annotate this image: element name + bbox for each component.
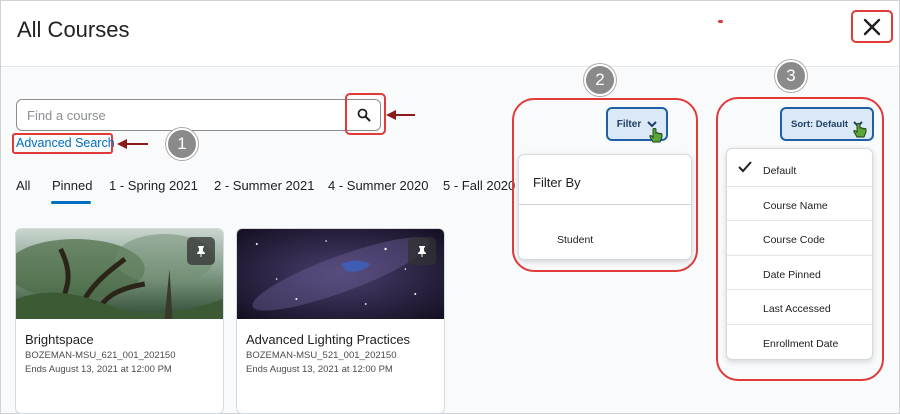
pointer-arrow-advanced (126, 143, 148, 145)
course-card[interactable]: Brightspace BOZEMAN-MSU_621_001_202150 E… (15, 228, 224, 414)
tab-summer-2020[interactable]: 4 - Summer 2020 (328, 178, 428, 193)
sort-option-course-name[interactable]: Course Name (727, 186, 872, 220)
hand-cursor-icon (853, 123, 867, 138)
search-input[interactable] (17, 100, 337, 130)
sort-option-label: Course Code (763, 234, 825, 246)
course-title: Brightspace (25, 332, 94, 347)
course-end-date: Ends August 13, 2021 at 12:00 PM (246, 364, 393, 375)
search-field[interactable] (16, 99, 381, 131)
course-code: BOZEMAN-MSU_521_001_202150 (246, 350, 397, 361)
sort-option-date-pinned[interactable]: Date Pinned (727, 255, 872, 289)
course-end-date: Ends August 13, 2021 at 12:00 PM (25, 364, 172, 375)
tab-all[interactable]: All (16, 178, 30, 193)
sort-option-last-accessed[interactable]: Last Accessed (727, 289, 872, 323)
close-icon (863, 18, 881, 35)
dialog-header: All Courses (1, 1, 899, 67)
pointer-arrowhead-search (386, 110, 396, 120)
filter-menu: Filter By Student (518, 154, 692, 260)
selected-tab-indicator (51, 201, 91, 204)
pin-button[interactable] (187, 237, 215, 265)
hand-cursor-icon (649, 128, 663, 143)
sort-option-label: Date Pinned (763, 269, 821, 281)
tab-fall-2020[interactable]: 5 - Fall 2020 (443, 178, 515, 193)
sort-option-course-code[interactable]: Course Code (727, 220, 872, 254)
pin-icon (197, 246, 205, 257)
course-code: BOZEMAN-MSU_621_001_202150 (25, 350, 176, 361)
sort-option-label: Last Accessed (763, 303, 831, 315)
tab-pinned[interactable]: Pinned (52, 178, 92, 193)
sort-option-default[interactable]: Default (727, 152, 872, 186)
annotation-mark (718, 20, 723, 23)
tab-summer-2021[interactable]: 2 - Summer 2021 (214, 178, 314, 193)
course-title: Advanced Lighting Practices (246, 332, 411, 347)
search-icon (357, 108, 371, 122)
chevron-down-icon (647, 120, 657, 127)
course-card[interactable]: Advanced Lighting Practices BOZEMAN-MSU_… (236, 228, 445, 414)
divider (519, 204, 691, 205)
sort-menu: Default Course Name Course Code Date Pin… (726, 148, 873, 360)
page-title: All Courses (17, 17, 130, 42)
step-badge-2: 2 (584, 64, 616, 96)
filter-menu-title: Filter By (533, 175, 581, 190)
filter-option-student[interactable]: Student (557, 234, 593, 246)
step-badge-1: 1 (166, 128, 198, 160)
pin-button[interactable] (408, 237, 436, 265)
pointer-arrow-search (395, 114, 415, 116)
checkmark-icon (738, 161, 752, 173)
filter-button-label: Filter (616, 118, 642, 130)
step-badge-3: 3 (775, 60, 807, 92)
close-button[interactable] (851, 10, 893, 43)
sort-option-label: Course Name (763, 200, 828, 212)
sort-option-enrollment-date[interactable]: Enrollment Date (727, 324, 872, 358)
sort-option-label: Enrollment Date (763, 338, 839, 350)
tab-spring-2021[interactable]: 1 - Spring 2021 (109, 178, 198, 193)
pointer-arrowhead-advanced (117, 139, 127, 149)
advanced-search-link[interactable]: Advanced Search (16, 136, 115, 150)
sort-option-label: Default (763, 165, 797, 177)
search-button[interactable] (349, 100, 379, 130)
sort-button-label: Sort: Default (791, 118, 848, 130)
pin-icon (418, 246, 426, 257)
